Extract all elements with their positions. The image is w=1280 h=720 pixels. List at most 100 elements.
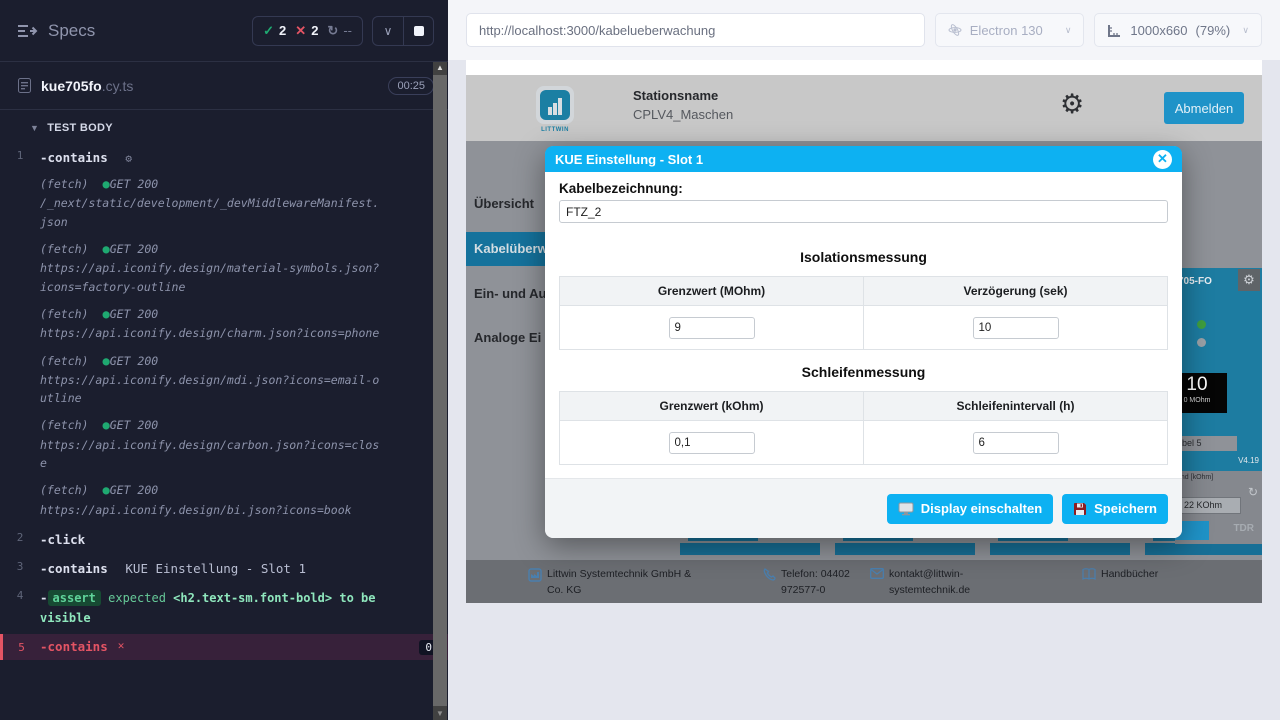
fail-x-icon: ✕ xyxy=(118,639,125,655)
stat-failed: ✕ 2 xyxy=(295,23,318,39)
stat-passed: ✓ 2 xyxy=(263,23,286,39)
iso-col2-header: Verzögerung (sek) xyxy=(864,277,1168,306)
footer-manuals[interactable]: Handbücher xyxy=(1082,567,1202,583)
scroll-down-icon[interactable]: ▼ xyxy=(433,708,447,720)
book-icon xyxy=(1082,568,1096,580)
app-footer: Littwin Systemtechnik GmbH & Co. KG Tele… xyxy=(466,560,1262,603)
nav-item-analoge-eingaenge[interactable]: Analoge Ei xyxy=(466,330,546,345)
reporter-scrollbar[interactable]: ▲ ▼ xyxy=(433,62,447,720)
station-name: CPLV4_Maschen xyxy=(633,107,733,122)
card-gear-icon[interactable]: ⚙ xyxy=(1238,269,1260,291)
loop-col1-header: Grenzwert (kOhm) xyxy=(560,392,864,421)
logo-caption: LITTWIN xyxy=(530,127,580,133)
loop-interval-input[interactable] xyxy=(973,432,1059,454)
viewport-selector[interactable]: 1000x660 (79%) ∨ xyxy=(1094,13,1262,47)
command-name: -contains xyxy=(40,639,108,655)
save-button[interactable]: Speichern xyxy=(1062,494,1168,524)
assert-selector: <h2.text-sm.font-bold> xyxy=(173,591,332,605)
refresh-icon[interactable]: ↻ xyxy=(1248,485,1258,499)
littwin-logo-icon xyxy=(536,86,574,124)
chevron-down-icon: ∨ xyxy=(384,24,393,38)
nav-item-ein-ausgaenge[interactable]: Ein- und Au xyxy=(466,286,546,301)
test-body-toggle[interactable]: ▼ TEST BODY xyxy=(0,110,448,142)
command-row-assert[interactable]: 4 -assert expected <h2.text-sm.font-bold… xyxy=(0,582,448,634)
refresh-icon: ↻ xyxy=(327,23,338,39)
aut-iframe: LITTWIN Stationsname CPLV4_Maschen ⚙ Abm… xyxy=(466,60,1262,603)
loop-table: Grenzwert (kOhm) Schleifenintervall (h) xyxy=(559,391,1168,465)
fetch-log: (fetch)●GET 200https://api.iconify.desig… xyxy=(40,305,380,343)
status-dot-icon: ● xyxy=(102,242,109,256)
spec-duration-badge: 00:25 xyxy=(388,77,434,95)
spec-row[interactable]: kue705fo.cy.ts 00:25 xyxy=(0,62,448,110)
fetch-log: (fetch)●GET 200https://api.iconify.desig… xyxy=(40,240,380,296)
modal-header: KUE Einstellung - Slot 1 ✕ xyxy=(545,146,1182,172)
command-row-failed[interactable]: 5 -contains ✕ 0 xyxy=(0,634,448,660)
resistance-value: 22 KOhm xyxy=(1179,497,1241,514)
command-name: -contains xyxy=(40,150,108,165)
iso-delay-input[interactable] xyxy=(973,317,1059,339)
modal-footer: Display einschalten Speichern xyxy=(545,478,1182,538)
version-label: V4.19 xyxy=(1238,456,1259,465)
kue-settings-modal: KUE Einstellung - Slot 1 ✕ Kabelbezeichn… xyxy=(545,146,1182,538)
url-input[interactable] xyxy=(466,13,925,47)
monitor-icon xyxy=(898,502,914,516)
stop-button[interactable] xyxy=(403,17,433,45)
iso-col1-header: Grenzwert (MOhm) xyxy=(560,277,864,306)
scroll-up-icon[interactable]: ▲ xyxy=(433,62,447,74)
collapse-button[interactable]: ∨ xyxy=(373,17,403,45)
phone-icon xyxy=(763,568,776,581)
iso-limit-input[interactable] xyxy=(669,317,755,339)
fetch-log: (fetch)●GET 200https://api.iconify.desig… xyxy=(40,481,380,519)
command-row[interactable]: 1 -contains ⚙ (fetch)●GET 200/_next/stat… xyxy=(0,142,448,524)
status-dot-icon: ● xyxy=(102,177,109,191)
ruler-icon xyxy=(1107,23,1122,38)
chevron-down-icon: ∨ xyxy=(1065,25,1072,36)
command-name: -contains xyxy=(40,561,108,576)
station-label: Stationsname xyxy=(633,88,718,103)
iso-heading: Isolationsmessung xyxy=(559,249,1168,265)
app-header: LITTWIN Stationsname CPLV4_Maschen ⚙ Abm… xyxy=(466,75,1262,141)
settings-gear-icon[interactable]: ⚙ xyxy=(1060,89,1084,120)
fetch-log: (fetch)●GET 200https://api.iconify.desig… xyxy=(40,416,380,472)
cable-name-input[interactable] xyxy=(559,200,1168,223)
factory-icon xyxy=(528,568,542,582)
kue-card-partial: 705-FO ⚙ 10 0 MOhm Kabel 5 V4.19 and [kO… xyxy=(1175,268,1262,544)
url-toolbar: Electron 130 ∨ 1000x660 (79%) ∨ xyxy=(448,0,1280,60)
command-row[interactable]: 3 -contains KUE Einstellung - Slot 1 xyxy=(0,553,448,582)
scrollbar-thumb[interactable] xyxy=(433,75,447,706)
x-icon: ✕ xyxy=(295,23,306,39)
status-dot-icon: ● xyxy=(102,418,109,432)
browser-selector[interactable]: Electron 130 ∨ xyxy=(935,13,1085,47)
status-grey-dot xyxy=(1197,338,1206,347)
footer-company: Littwin Systemtechnik GmbH & Co. KG xyxy=(528,567,708,599)
reporter-header: Specs ✓ 2 ✕ 2 ↻ -- ∨ xyxy=(0,0,448,62)
nav-item-kabelueberwachung[interactable]: Kabelüberw xyxy=(466,232,546,266)
command-row[interactable]: 2 -click xyxy=(0,524,448,553)
check-icon: ✓ xyxy=(263,23,274,39)
stat-pending: ↻ -- xyxy=(327,23,352,39)
fetch-log: (fetch)●GET 200/_next/static/development… xyxy=(40,175,380,231)
card-lower-panel: and [kOhm] ↻ 22 KOhm TDR xyxy=(1175,471,1262,544)
status-dot-icon: ● xyxy=(102,483,109,497)
logout-button[interactable]: Abmelden xyxy=(1164,92,1244,124)
cable-label: Kabel 5 xyxy=(1175,436,1237,451)
loop-limit-input[interactable] xyxy=(669,432,755,454)
tdr-label: TDR xyxy=(1233,523,1254,534)
status-green-dot xyxy=(1197,320,1206,329)
run-controls: ∨ xyxy=(372,16,434,46)
loop-col2-header: Schleifenintervall (h) xyxy=(864,392,1168,421)
assert-badge: assert xyxy=(48,590,101,606)
specs-menu-icon[interactable] xyxy=(18,24,38,38)
command-name: -click xyxy=(40,532,85,547)
command-value: KUE Einstellung - Slot 1 xyxy=(125,561,306,576)
cable-name-label: Kabelbezeichnung: xyxy=(559,181,1168,196)
specs-title[interactable]: Specs xyxy=(48,21,95,41)
close-icon[interactable]: ✕ xyxy=(1153,150,1172,169)
aut-stage: Electron 130 ∨ 1000x660 (79%) ∨ LITTWIN … xyxy=(448,0,1280,720)
cypress-reporter: Specs ✓ 2 ✕ 2 ↻ -- ∨ kue705f xyxy=(0,0,448,720)
display-on-button[interactable]: Display einschalten xyxy=(887,494,1053,524)
stop-icon xyxy=(414,26,424,36)
floppy-disk-icon xyxy=(1073,502,1087,516)
nav-item-uebersicht[interactable]: Übersicht xyxy=(466,196,546,211)
spec-ext: .cy.ts xyxy=(102,78,134,94)
